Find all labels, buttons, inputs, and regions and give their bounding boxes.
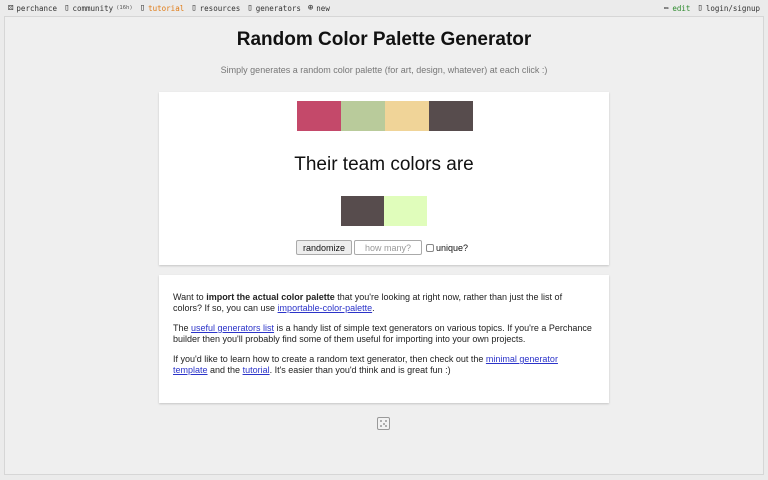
info-paragraph-useful: The useful generators list is a handy li… [173,323,593,345]
pencil-icon: ✏ [663,3,670,13]
color-swatch [297,101,341,131]
nav-generators-label: generators [255,3,301,13]
book-icon: ▯ [139,3,146,13]
info-paragraph-learn: If you'd like to learn how to create a r… [173,354,593,376]
randomize-button[interactable]: randomize [296,240,352,255]
text: . It's easier than you'd think and is gr… [269,365,451,375]
dice-pip [385,425,387,427]
nav-edit[interactable]: ✏ edit [664,3,690,13]
link-icon: ▯ [191,3,197,13]
team-color-palette [341,196,427,226]
nav-community[interactable]: ▯ community (16h) [64,3,133,13]
nav-community-label: community [72,3,114,13]
dice-pip [385,420,387,422]
controls-row: randomize unique? [296,240,468,255]
color-swatch [341,196,384,226]
user-icon: ▯ [697,3,703,13]
nav-tutorial[interactable]: ▯ tutorial [140,3,185,13]
text: If you'd like to learn how to create a r… [173,354,486,364]
unique-checkbox[interactable] [426,243,434,252]
color-swatch [384,196,427,226]
importable-color-palette-link[interactable]: importable-color-palette [278,303,373,313]
team-colors-heading: Their team colors are [294,154,474,175]
text: The [173,323,192,333]
list-icon: ▯ [247,3,253,13]
nav-resources-label: resources [199,3,241,13]
nav-perchance[interactable]: ⚄ perchance [8,3,57,13]
footer-dice-icon[interactable] [377,417,390,430]
color-swatch [429,101,473,131]
people-icon: ▯ [64,3,70,13]
nav-edit-label: edit [672,3,691,13]
result-card: Their team colors are randomize unique? [159,92,609,265]
dice-pip [380,420,382,422]
community-badge: (16h) [116,5,133,11]
text: . [372,303,375,313]
top-navigation-bar: ⚄ perchance ▯ community (16h) ▯ tutorial… [0,0,768,16]
color-swatch [385,101,429,131]
plus-circle-icon: ⊕ [307,3,314,13]
nav-new-label: new [316,3,330,13]
nav-login[interactable]: ▯ login/signup [697,3,760,13]
info-card: Want to import the actual color palette … [159,275,609,403]
tutorial-link[interactable]: tutorial [243,365,270,375]
text: and the [207,365,243,375]
color-palette [297,101,473,131]
nav-tutorial-label: tutorial [148,3,185,13]
nav-new[interactable]: ⊕ new [308,3,330,13]
color-swatch [341,101,385,131]
nav-perchance-label: perchance [16,3,58,13]
page-title: Random Color Palette Generator [236,29,532,50]
page-subtitle: Simply generates a random color palette … [220,65,548,75]
info-text: Want to import the actual color palette … [173,292,593,385]
text: Want to [173,292,207,302]
nav-resources[interactable]: ▯ resources [191,3,240,13]
unique-label: unique? [436,242,469,253]
how-many-input[interactable] [354,240,422,255]
dice-icon: ⚄ [8,3,14,13]
info-paragraph-import: Want to import the actual color palette … [173,292,593,314]
nav-login-label: login/signup [705,3,760,13]
nav-generators[interactable]: ▯ generators [247,3,301,13]
useful-generators-link[interactable]: useful generators list [191,323,274,333]
dice-pip [380,425,382,427]
bold-text: import the actual color palette [206,292,335,302]
